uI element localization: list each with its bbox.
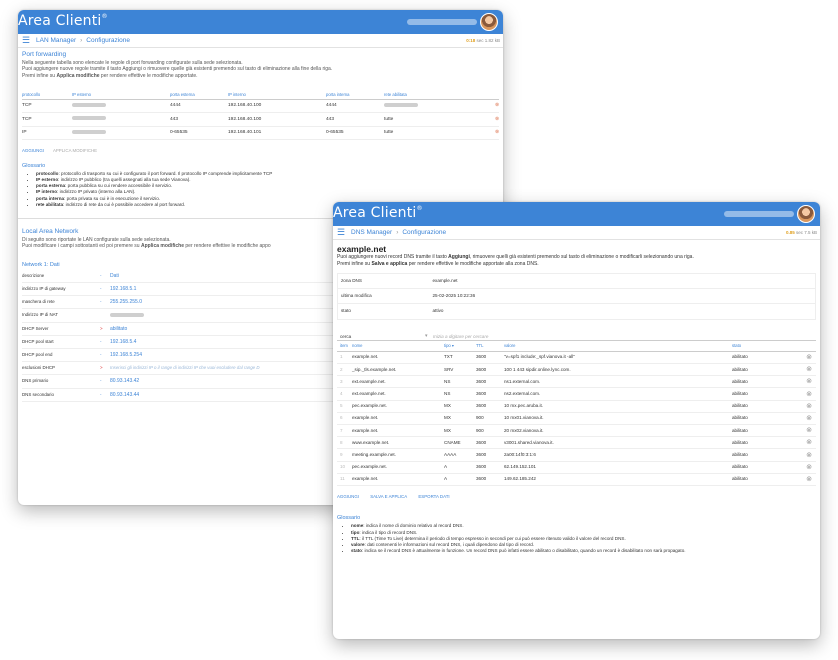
- remove-circle-icon[interactable]: ⊗: [485, 112, 499, 127]
- remove-circle-icon[interactable]: ⊗: [802, 412, 816, 426]
- dns-intro: Puoi aggiungere nuovi record DNS tramite…: [337, 254, 694, 267]
- remove-circle-icon[interactable]: ⊗: [802, 424, 816, 438]
- zone-row: zona DNS example.net: [337, 273, 816, 290]
- breadcrumb-configurazione: Configurazione: [86, 37, 131, 44]
- app-bar: Area Clienti®: [333, 202, 820, 226]
- table-row[interactable]: 1 example.net. TXT 3600 "v=spf1 include:_spf…: [337, 351, 816, 365]
- table-row[interactable]: 11 example.net. A 3600 149.62.185.242 abilita…: [337, 473, 816, 487]
- table-row[interactable]: 9 meeting.example.net. AAAA 3600 2a00:14f0:3…: [337, 448, 816, 462]
- breadcrumb-dns-manager[interactable]: DNS Manager: [351, 229, 392, 236]
- glossary-item: stato: indica se il record DNS è attualm…: [351, 548, 816, 554]
- table-row[interactable]: 2 _sip._tls.example.net. SRV 3600 100 1 443 …: [337, 363, 816, 377]
- table-row[interactable]: IP 0-65535 192.168.40.101 0-65535 tutte …: [22, 126, 499, 141]
- breadcrumb-bar: ☰ DNS Manager › Configurazione 0.85 sec 7.…: [333, 226, 820, 240]
- redacted-ip: [72, 116, 106, 121]
- zone-row: stato attivo: [337, 303, 816, 320]
- table-row[interactable]: 10 pec.example.net. A 3600 62.149.152.101 abi…: [337, 461, 816, 474]
- remove-circle-icon[interactable]: ⊗: [802, 436, 816, 450]
- table-row[interactable]: TCP 4444 192.168.40.100 4444 ⊗: [22, 99, 499, 114]
- chevron-right-icon: >: [100, 322, 110, 336]
- remove-circle-icon[interactable]: ⊗: [802, 461, 816, 474]
- col-porta-esterna[interactable]: porta esterna: [170, 90, 228, 100]
- col-item[interactable]: item: [337, 340, 352, 352]
- save-apply-button[interactable]: SALVA E APPLICA: [370, 494, 407, 499]
- col-valore[interactable]: valore: [504, 340, 732, 352]
- export-data-button[interactable]: ESPORTA DATI: [418, 494, 449, 499]
- search-placeholder: Inizia a digitare per cercare: [433, 333, 489, 339]
- col-tipo[interactable]: tipo ▾: [444, 340, 476, 352]
- add-button[interactable]: AGGIUNGI: [337, 494, 359, 499]
- redacted-ip: [72, 129, 106, 134]
- zone-row: ultima modifica 25-02-2025 10:22:36: [337, 288, 816, 305]
- remove-circle-icon[interactable]: ⊗: [802, 400, 816, 413]
- remove-circle-icon[interactable]: ⊗: [802, 375, 816, 389]
- table-row[interactable]: 6 example.net. MX 900 10 mx01.vianova.it. abi…: [337, 412, 816, 426]
- section-title: Port forwarding: [22, 51, 67, 58]
- breadcrumb-lan-manager[interactable]: LAN Manager: [36, 37, 76, 44]
- redacted-ip: [110, 313, 144, 318]
- remove-circle-icon[interactable]: ⊗: [485, 99, 499, 114]
- col-ip-esterno[interactable]: IP esterno: [72, 90, 170, 100]
- zone-info-table: zona DNS example.net ultima modifica 25-02…: [337, 273, 816, 320]
- table-row[interactable]: 4 ext.example.net. NS 3600 ns2.external.com.…: [337, 387, 816, 401]
- pf-intro: Nella seguente tabella sono elencate le …: [22, 60, 333, 79]
- breadcrumb: DNS Manager › Configurazione: [351, 229, 446, 236]
- table-row[interactable]: 5 pec.example.net. MX 3600 10 mx.pec.aruba.i…: [337, 400, 816, 413]
- col-rete-abilitata[interactable]: rete abilitata: [384, 90, 485, 100]
- dns-records-table: item nome tipo ▾ TTL valore stato 1 examp…: [337, 340, 816, 487]
- app-bar: Area Clienti®: [18, 10, 503, 34]
- dns-actions: AGGIUNGI SALVA E APPLICA ESPORTA DATI: [337, 494, 816, 500]
- table-row[interactable]: 7 example.net. MX 900 20 mx02.vianova.it. abi…: [337, 424, 816, 438]
- load-timer: 0:18 sec 1.82 kB: [466, 37, 500, 43]
- pf-actions: AGGIUNGI APPLICA MODIFICHE: [22, 148, 499, 154]
- chevron-right-icon: ›: [396, 229, 399, 236]
- add-button[interactable]: AGGIUNGI: [22, 148, 44, 153]
- hamburger-icon[interactable]: ☰: [337, 228, 345, 237]
- hamburger-icon[interactable]: ☰: [22, 36, 30, 45]
- breadcrumb-bar: ☰ LAN Manager › Configurazione 0:18 sec 1.…: [18, 34, 503, 48]
- remove-circle-icon[interactable]: ⊗: [802, 363, 816, 377]
- glossary: Glossario nome: indica il nome di domini…: [337, 515, 816, 554]
- redacted-network: [384, 103, 418, 108]
- user-email[interactable]: [724, 211, 794, 217]
- port-forward-table: protocollo IP esterno porta esterna IP i…: [22, 90, 499, 141]
- search-label: cerca: [340, 333, 352, 339]
- breadcrumb: LAN Manager › Configurazione: [36, 37, 130, 44]
- brand-title[interactable]: Area Clienti®: [333, 205, 423, 221]
- dns-manager-window: Area Clienti® ☰ DNS Manager › Configurazio…: [333, 202, 820, 639]
- col-ttl[interactable]: TTL: [476, 340, 504, 352]
- zone-title: example.net: [337, 244, 387, 254]
- col-stato[interactable]: stato: [732, 340, 802, 352]
- table-row[interactable]: 3 ext.example.net. NS 3600 ns1.external.com.…: [337, 375, 816, 389]
- chevron-right-icon: >: [100, 361, 110, 376]
- remove-circle-icon[interactable]: ⊗: [802, 448, 816, 462]
- remove-circle-icon[interactable]: ⊗: [485, 126, 499, 141]
- user-email[interactable]: [407, 19, 477, 25]
- col-nome[interactable]: nome: [352, 340, 444, 352]
- redacted-ip: [72, 103, 106, 108]
- load-timer: 0.85 sec 7.5 kB: [785, 229, 817, 235]
- breadcrumb-configurazione: Configurazione: [402, 229, 447, 236]
- chevron-down-icon[interactable]: ▾: [425, 333, 428, 339]
- chevron-right-icon: ›: [80, 37, 83, 44]
- col-ip-interno[interactable]: IP interno: [228, 90, 326, 100]
- remove-circle-icon[interactable]: ⊗: [802, 387, 816, 401]
- brand-title[interactable]: Area Clienti®: [18, 13, 108, 29]
- user-avatar[interactable]: [480, 13, 498, 31]
- table-row[interactable]: TCP 443 192.168.40.100 443 tutte ⊗: [22, 112, 499, 127]
- search-input[interactable]: cerca ▾ Inizia a digitare per cercare: [337, 332, 816, 341]
- col-porta-interna[interactable]: porta interna: [326, 90, 384, 100]
- user-avatar[interactable]: [797, 205, 815, 223]
- remove-circle-icon[interactable]: ⊗: [802, 473, 816, 487]
- col-protocollo[interactable]: protocollo: [22, 90, 72, 100]
- remove-circle-icon[interactable]: ⊗: [802, 351, 816, 365]
- table-row[interactable]: 8 www.example.net. CNAME 3600 v3001.shared.v…: [337, 436, 816, 450]
- apply-changes-button[interactable]: APPLICA MODIFICHE: [53, 148, 97, 153]
